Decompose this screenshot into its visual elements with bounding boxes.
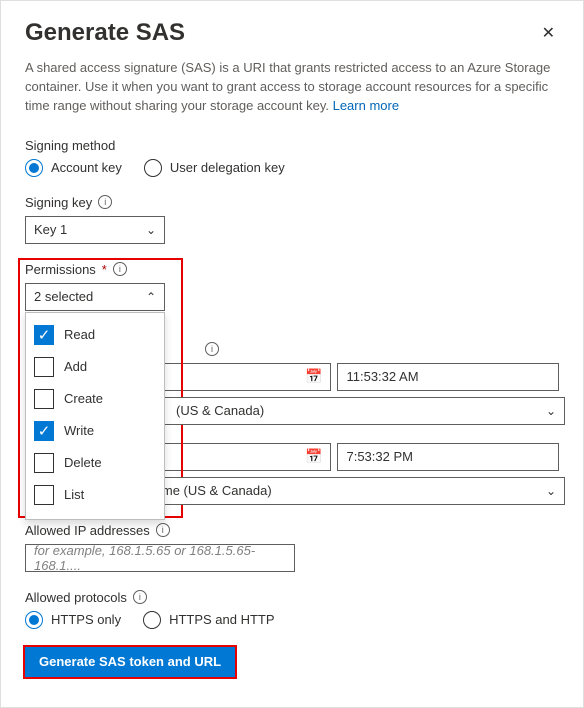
allowed-protocols-label-row: Allowed protocols i bbox=[25, 590, 559, 605]
radio-https-and-http-label: HTTPS and HTTP bbox=[169, 612, 274, 627]
allowed-ip-input[interactable]: for example, 168.1.5.65 or 168.1.5.65-16… bbox=[25, 544, 295, 572]
description-block: A shared access signature (SAS) is a URI… bbox=[25, 59, 559, 116]
generate-sas-panel: Generate SAS ✕ A shared access signature… bbox=[0, 0, 584, 708]
radio-https-only[interactable]: HTTPS only bbox=[25, 611, 121, 629]
radio-https-and-http[interactable]: HTTPS and HTTP bbox=[143, 611, 274, 629]
radio-icon bbox=[144, 159, 162, 177]
description-text: A shared access signature (SAS) is a URI… bbox=[25, 60, 550, 113]
expiry-time-value: 7:53:32 PM bbox=[346, 449, 413, 464]
allowed-protocols-group: HTTPS only HTTPS and HTTP bbox=[25, 611, 559, 629]
radio-account-key-label: Account key bbox=[51, 160, 122, 175]
permission-option-add[interactable]: Add bbox=[34, 351, 156, 383]
allowed-ip-label: Allowed IP addresses bbox=[25, 523, 150, 538]
radio-https-only-label: HTTPS only bbox=[51, 612, 121, 627]
chevron-down-icon: ⌄ bbox=[546, 404, 556, 418]
signing-key-label: Signing key bbox=[25, 195, 92, 210]
checkbox-icon bbox=[34, 389, 54, 409]
radio-account-key[interactable]: Account key bbox=[25, 159, 122, 177]
signing-method-group: Account key User delegation key bbox=[25, 159, 559, 177]
calendar-icon: 📅 bbox=[305, 368, 322, 385]
close-icon[interactable]: ✕ bbox=[538, 19, 559, 47]
permission-option-delete[interactable]: Delete bbox=[34, 447, 156, 479]
expiry-time-input[interactable]: 7:53:32 PM bbox=[337, 443, 559, 471]
signing-key-label-row: Signing key i bbox=[25, 195, 559, 210]
signing-key-select[interactable]: Key 1 ⌄ bbox=[25, 216, 165, 244]
permissions-select[interactable]: 2 selected ⌃ bbox=[25, 283, 165, 311]
start-time-value: 11:53:32 AM bbox=[346, 369, 418, 384]
start-time-input[interactable]: 11:53:32 AM bbox=[337, 363, 559, 391]
generate-sas-button[interactable]: Generate SAS token and URL bbox=[25, 647, 235, 677]
checkbox-icon: ✓ bbox=[34, 421, 54, 441]
chevron-down-icon: ⌄ bbox=[546, 484, 556, 498]
permission-option-label: Create bbox=[64, 391, 103, 406]
info-icon[interactable]: i bbox=[156, 523, 170, 537]
info-icon[interactable]: i bbox=[113, 262, 127, 276]
panel-header: Generate SAS ✕ bbox=[25, 19, 559, 47]
checkbox-icon: ✓ bbox=[34, 325, 54, 345]
chevron-down-icon: ⌄ bbox=[146, 223, 156, 237]
info-icon[interactable]: i bbox=[205, 342, 219, 356]
permission-option-label: Read bbox=[64, 327, 95, 342]
start-timezone-value: (US & Canada) bbox=[176, 403, 264, 418]
permissions-summary: 2 selected bbox=[34, 289, 93, 304]
checkbox-icon bbox=[34, 485, 54, 505]
permission-option-label: Delete bbox=[64, 455, 102, 470]
permissions-dropdown: ✓ Read Add Create ✓ Write Delete List bbox=[25, 312, 165, 520]
radio-icon bbox=[25, 611, 43, 629]
permission-option-label: Write bbox=[64, 423, 94, 438]
permission-option-write[interactable]: ✓ Write bbox=[34, 415, 156, 447]
page-title: Generate SAS bbox=[25, 19, 185, 47]
checkbox-icon bbox=[34, 453, 54, 473]
permission-option-create[interactable]: Create bbox=[34, 383, 156, 415]
allowed-ip-label-row: Allowed IP addresses i bbox=[25, 523, 559, 538]
radio-user-delegation-label: User delegation key bbox=[170, 160, 285, 175]
allowed-ip-placeholder: for example, 168.1.5.65 or 168.1.5.65-16… bbox=[34, 543, 286, 573]
learn-more-link[interactable]: Learn more bbox=[333, 98, 399, 113]
radio-icon bbox=[25, 159, 43, 177]
permission-option-label: List bbox=[64, 487, 84, 502]
permissions-block: Permissions * i 2 selected ⌃ ✓ Read Add … bbox=[25, 262, 559, 311]
permissions-label-row: Permissions * i bbox=[25, 262, 559, 277]
radio-user-delegation[interactable]: User delegation key bbox=[144, 159, 285, 177]
allowed-protocols-label: Allowed protocols bbox=[25, 590, 127, 605]
signing-method-label: Signing method bbox=[25, 138, 559, 153]
signing-key-value: Key 1 bbox=[34, 222, 67, 237]
permission-option-read[interactable]: ✓ Read bbox=[34, 319, 156, 351]
info-icon[interactable]: i bbox=[133, 590, 147, 604]
chevron-up-icon: ⌃ bbox=[146, 290, 156, 304]
checkbox-icon bbox=[34, 357, 54, 377]
permissions-label: Permissions bbox=[25, 262, 96, 277]
required-asterisk: * bbox=[102, 262, 107, 277]
permission-option-list[interactable]: List bbox=[34, 479, 156, 511]
signing-method-label-text: Signing method bbox=[25, 138, 115, 153]
calendar-icon: 📅 bbox=[305, 448, 322, 465]
info-icon[interactable]: i bbox=[98, 195, 112, 209]
radio-icon bbox=[143, 611, 161, 629]
permission-option-label: Add bbox=[64, 359, 87, 374]
